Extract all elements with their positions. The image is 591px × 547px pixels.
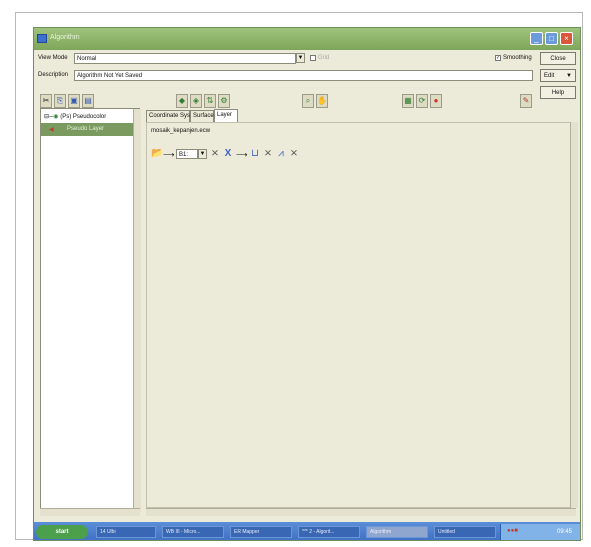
refresh-icon[interactable]: ⟳ [416,94,428,108]
edit-menu-button[interactable]: Edit ▼ [540,69,576,82]
properties-panel: Coordinate System Surface Layer mosaik_k… [146,108,578,508]
delete-icon[interactable]: ▤ [82,94,94,108]
minimize-button[interactable]: _ [530,32,543,45]
layer-options-icon[interactable]: ⚙ [218,94,230,108]
maximize-button[interactable]: □ [545,32,558,45]
start-button[interactable]: start [36,525,88,539]
zoom-icon[interactable]: ⌕ [302,94,314,108]
tab-surface[interactable]: Surface [190,110,214,122]
arrow-icon: ⟶ [236,150,248,159]
smoothing-checkbox[interactable]: ✓ [495,55,501,61]
paste-icon[interactable]: ▣ [68,94,80,108]
edit-label: Edit [544,73,555,79]
tab-layer[interactable]: Layer [214,109,238,122]
formula-icon[interactable]: ⨯ [210,149,220,159]
taskbar-item[interactable]: ER Mapper [230,526,292,538]
properties-horizontal-scrollbar[interactable] [146,508,576,516]
tab-coordinate-system[interactable]: Coordinate System [146,110,200,122]
surface-icon: ◉ [53,114,59,120]
remove-transform-icon[interactable]: ⨯ [289,149,299,159]
layer-arrow-icon: ◀ [49,127,54,133]
properties-vertical-scrollbar[interactable] [570,122,578,508]
view-mode-select[interactable]: Normal [74,53,296,64]
tree-item-pseudo-layer[interactable]: ◀ Pseudo Layer [41,123,139,136]
add-layer-icon[interactable]: ◆ [176,94,188,108]
close-button[interactable]: Close [540,52,576,65]
smoothing-label: Smoothing [503,55,532,61]
pan-icon[interactable]: ✋ [316,94,328,108]
title-bar[interactable]: Algorithm _ □ × [34,28,580,50]
description-input[interactable]: Algorithm Not Yet Saved [74,70,533,81]
tree-root-label: (Ps) Pseudocolor [60,114,107,120]
taskbar: start 14 Ulbi WB III - Micro... ER Mappe… [34,522,580,540]
transform-icon[interactable]: X [223,149,233,159]
taskbar-item[interactable]: *** 2 - Algorit... [298,526,360,538]
histogram-icon[interactable]: ⊔ [250,149,260,159]
stretch-icon[interactable]: ⩘ [276,149,286,159]
open-file-icon[interactable]: 📂 [151,149,163,159]
display-icon[interactable]: ▦ [402,94,414,108]
taskbar-item[interactable]: WB III - Micro... [162,526,224,538]
view-mode-dropdown-button[interactable]: ▼ [296,53,305,63]
cut-icon[interactable]: ✂ [40,94,52,108]
arrow-icon: ⟶ [163,150,175,159]
move-layer-icon[interactable]: ⇅ [204,94,216,108]
grid-label: Grid [318,55,330,61]
close-window-button[interactable]: × [560,32,573,45]
save-icon[interactable]: ✎ [520,94,532,108]
taskbar-item[interactable]: Untitled [434,526,496,538]
filter-icon[interactable]: ⨯ [263,149,273,159]
copy-icon[interactable]: ⎘ [54,94,66,108]
taskbar-item-active[interactable]: Algorithm [366,526,428,538]
band-dropdown-button[interactable]: ▼ [198,149,207,159]
layer-tab-content: mosaik_kepanjen.ecw [146,122,578,508]
stop-icon[interactable]: ● [430,94,442,108]
grid-checkbox[interactable] [310,55,316,61]
app-icon [37,34,47,43]
window-title: Algorithm [50,34,80,41]
help-button[interactable]: Help [540,86,576,99]
tree-root[interactable]: ⊟─◉ (Ps) Pseudocolor [44,113,106,120]
edit-dropdown-icon: ▼ [566,73,572,79]
description-label: Description [38,72,69,78]
tray-icons: ●●■ [507,528,518,534]
clock: 09:45 [557,529,573,535]
duplicate-layer-icon[interactable]: ◈ [190,94,202,108]
taskbar-item[interactable]: 14 Ulbi [96,526,156,538]
tree-horizontal-scrollbar[interactable] [40,508,140,516]
layer-file-name: mosaik_kepanjen.ecw [151,128,211,134]
algorithm-tree: ⊟─◉ (Ps) Pseudocolor ◀ Pseudo Layer [40,108,141,513]
tree-child-label: Pseudo Layer [67,126,105,132]
system-tray: ●●■ 09:45 [500,524,580,540]
tree-vertical-scrollbar[interactable] [133,109,141,512]
view-mode-label: View Mode [38,55,68,61]
band-select[interactable]: B1: [176,149,198,159]
algorithm-window: Algorithm _ □ × View Mode Normal ▼ Grid … [33,27,581,541]
